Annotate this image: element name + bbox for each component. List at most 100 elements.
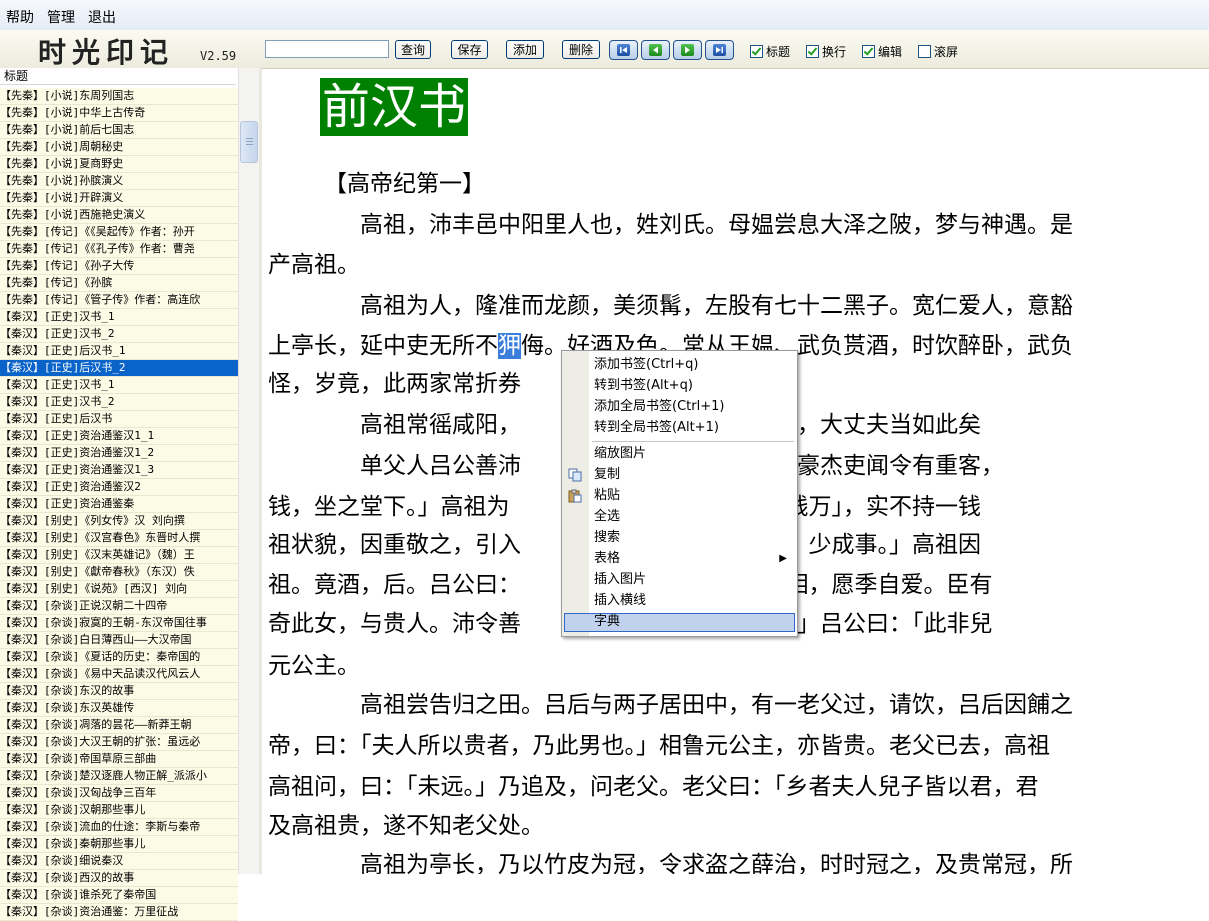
prev-page-button[interactable] (641, 40, 670, 60)
checkbox-box (918, 45, 931, 58)
list-item[interactable]: 【秦汉】[正史]汉书_2 (0, 394, 238, 411)
checkbox-box (862, 45, 875, 58)
save-button[interactable]: 保存 (451, 40, 488, 59)
list-item[interactable]: 【秦汉】[杂谈]正说汉朝二十四帝 (0, 598, 238, 615)
list-item[interactable]: 【秦汉】[杂谈]资治通鉴：万里征战 (0, 904, 238, 921)
list-item[interactable]: 【秦汉】[杂谈]细说秦汉 (0, 853, 238, 870)
menu-search[interactable]: 搜索 (594, 528, 620, 548)
last-page-button[interactable] (705, 40, 734, 60)
delete-button[interactable]: 删除 (562, 40, 600, 59)
query-button[interactable]: 查询 (395, 40, 431, 59)
list-item[interactable]: 【先秦】[小说]开辟演义 (0, 190, 238, 207)
list-item[interactable]: 【先秦】[传记]《孙子大传 (0, 258, 238, 275)
selected-text[interactable]: 狎 (498, 333, 521, 359)
scrollbar-thumb[interactable] (240, 121, 258, 163)
menu-add-bookmark[interactable]: 添加书签(Ctrl+q) (594, 355, 698, 375)
edit-checkbox[interactable]: 编辑 (862, 43, 902, 60)
list-item[interactable]: 【秦汉】[杂谈]《易中天品读汉代风云人 (0, 666, 238, 683)
menu-insert-line[interactable]: 插入横线 (594, 591, 646, 611)
add-button[interactable]: 添加 (506, 40, 544, 59)
menu-table[interactable]: 表格 (594, 549, 620, 569)
list-item[interactable]: 【秦汉】[别史]《汉末英雄记》（魏）王 (0, 547, 238, 564)
menu-help[interactable]: 帮助 (6, 7, 34, 27)
list-item[interactable]: 【秦汉】[别史]《獻帝春秋》（东汉）佚 (0, 564, 238, 581)
list-header: 标题 (0, 68, 236, 85)
title-checkbox[interactable]: 标题 (750, 43, 790, 60)
list-item[interactable]: 【秦汉】[杂谈]秦朝那些事儿 (0, 836, 238, 853)
list-item[interactable]: 【秦汉】[杂谈]帝国草原三部曲 (0, 751, 238, 768)
first-page-button[interactable] (609, 40, 638, 60)
grip-line (246, 144, 253, 145)
list-item[interactable]: 【先秦】[小说]周朝秘史 (0, 139, 238, 156)
menu-dictionary[interactable]: 字典 (594, 612, 620, 632)
text-line: 高祖问，曰：「未远。」乃追及，问老父。老父曰：「乡者夫人兒子皆以君，君 (268, 774, 1039, 800)
list-item[interactable]: 【先秦】[传记]《《吴起传》作者：孙开 (0, 224, 238, 241)
list-item[interactable]: 【先秦】[小说]前后七国志 (0, 122, 238, 139)
list-item[interactable]: 【秦汉】[别史]《汉宫春色》东晋时人撰 (0, 530, 238, 547)
list-item[interactable]: 【秦汉】[杂谈]汉匈战争三百年 (0, 785, 238, 802)
list-scrollbar[interactable] (238, 68, 259, 874)
list-item[interactable]: 【秦汉】[杂谈]东汉英雄传 (0, 700, 238, 717)
list-item[interactable]: 【秦汉】[杂谈]西汉的故事 (0, 870, 238, 887)
menu-insert-image[interactable]: 插入图片 (594, 570, 646, 590)
list-item[interactable]: 【先秦】[传记]《《孔子传》作者：曹尧 (0, 241, 238, 258)
list-item[interactable]: 【秦汉】[正史]资治通鉴汉1_2 (0, 445, 238, 462)
menu-paste[interactable]: 粘贴 (594, 486, 620, 506)
list-item[interactable]: 【秦汉】[别史]《列女传》汉 刘向撰 (0, 513, 238, 530)
checkbox-box (806, 45, 819, 58)
scroll-checkbox[interactable]: 滚屏 (918, 43, 958, 60)
first-page-icon (617, 44, 630, 56)
list-item[interactable]: 【秦汉】[杂谈]白日薄西山——大汉帝国 (0, 632, 238, 649)
toolbar (0, 30, 1209, 69)
list-item[interactable]: 【秦汉】[杂谈]流血的仕途：李斯与秦帝 (0, 819, 238, 836)
menu-add-global-bookmark[interactable]: 添加全局书签(Ctrl+1) (594, 397, 724, 417)
list-item[interactable]: 【秦汉】[杂谈]凋落的昙花——新莽王朝 (0, 717, 238, 734)
wrap-checkbox[interactable]: 换行 (806, 43, 846, 60)
list-item[interactable]: 【秦汉】[正史]资治通鉴汉2 (0, 479, 238, 496)
list-item[interactable]: 【先秦】[传记]《管子传》作者：高连欣 (0, 292, 238, 309)
list-item[interactable]: 【秦汉】[杂谈]谁杀死了秦帝国 (0, 887, 238, 904)
menu-exit[interactable]: 退出 (88, 7, 116, 27)
list-item[interactable]: 【秦汉】[正史]后汉书_1 (0, 343, 238, 360)
menu-select-all[interactable]: 全选 (594, 507, 620, 527)
text-line: 产高祖。 (268, 252, 360, 278)
menu-copy[interactable]: 复制 (594, 465, 620, 485)
menu-zoom-image[interactable]: 缩放图片 (594, 444, 646, 464)
list-item[interactable]: 【先秦】[传记]《孙膑 (0, 275, 238, 292)
text-line: 高祖，沛丰邑中阳里人也，姓刘氏。母媪尝息大泽之陂，梦与神遇。是 (268, 212, 1073, 238)
list-item[interactable]: 【秦汉】[正史]资治通鉴汉1_1 (0, 428, 238, 445)
text-line: 高祖为亭长，乃以竹皮为冠，令求盗之薛治，时时冠之，及贵常冠，所 (268, 852, 1073, 874)
text-line: 帝，曰：「夫人所以贵者，乃此男也。」相鲁元公主，亦皆贵。老父已去，高祖 (268, 733, 1050, 759)
list-item[interactable]: 【秦汉】[杂谈]《夏话的历史：秦帝国的 (0, 649, 238, 666)
list-item[interactable]: 【秦汉】[正史]汉书_2 (0, 326, 238, 343)
list-item[interactable]: 【先秦】[小说]东周列国志 (0, 88, 238, 105)
list-item-selected[interactable]: 【秦汉】[正史]后汉书_2 (0, 360, 238, 377)
list-item[interactable]: 【秦汉】[杂谈]楚汉逐鹿人物正解_派派小 (0, 768, 238, 785)
list-item[interactable]: 【先秦】[小说]中华上古传奇 (0, 105, 238, 122)
list-item[interactable]: 【秦汉】[正史]汉书_1 (0, 377, 238, 394)
list-item[interactable]: 【秦汉】[正史]汉书_1 (0, 309, 238, 326)
list-item[interactable]: 【先秦】[小说]孙膑演义 (0, 173, 238, 190)
list-item[interactable]: 【秦汉】[杂谈]大汉王朝的扩张：虽远必 (0, 734, 238, 751)
menu-bar: 帮助 管理 退出 (0, 0, 1209, 30)
checkbox-box (750, 45, 763, 58)
list-item[interactable]: 【秦汉】[杂谈]汉朝那些事儿 (0, 802, 238, 819)
list-item[interactable]: 【先秦】[小说]西施艳史演义 (0, 207, 238, 224)
menu-manage[interactable]: 管理 (47, 7, 75, 27)
next-page-icon (681, 44, 694, 56)
search-input[interactable] (265, 40, 389, 58)
list-item[interactable]: 【秦汉】[杂谈]寂寞的王朝-东汉帝国往事 (0, 615, 238, 632)
next-page-button[interactable] (673, 40, 702, 60)
list-item[interactable]: 【秦汉】[正史]后汉书 (0, 411, 238, 428)
submenu-arrow-icon: ▶ (779, 553, 787, 564)
list-item[interactable]: 【秦汉】[正史]资治通鉴秦 (0, 496, 238, 513)
menu-goto-bookmark[interactable]: 转到书签(Alt+q) (594, 376, 693, 396)
list-item[interactable]: 【秦汉】[杂谈]东汉的故事 (0, 683, 238, 700)
list-item[interactable]: 【秦汉】[正史]资治通鉴汉1_3 (0, 462, 238, 479)
menu-goto-global-bookmark[interactable]: 转到全局书签(Alt+1) (594, 418, 719, 438)
list-item[interactable]: 【先秦】[小说]夏商野史 (0, 156, 238, 173)
list-item[interactable]: 【秦汉】[别史]《说苑》[西汉] 刘向 (0, 581, 238, 598)
text-segment: 上亭长，延中吏无所不 (268, 333, 498, 359)
last-page-icon (713, 44, 726, 56)
book-list: 【先秦】[小说]东周列国志 【先秦】[小说]中华上古传奇 【先秦】[小说]前后七国志… (0, 88, 238, 921)
